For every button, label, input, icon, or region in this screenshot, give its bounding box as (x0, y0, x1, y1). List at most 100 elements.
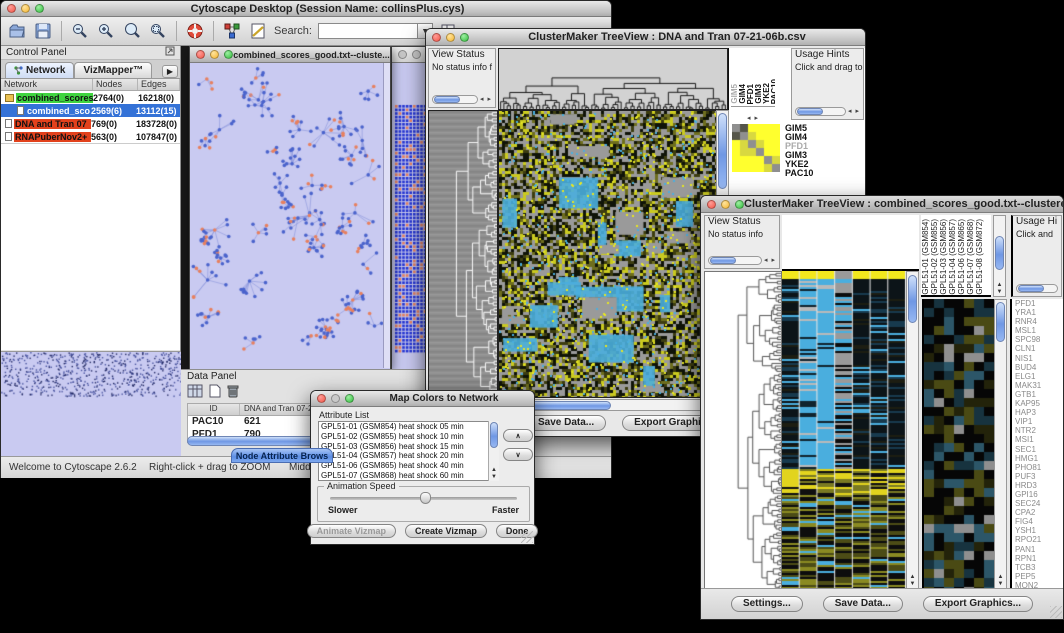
network-canvas[interactable] (190, 63, 390, 369)
attribute-option[interactable]: GPL51-02 (GSM855) heat shock 10 min (319, 432, 498, 442)
gene-label[interactable]: MAK31 (1015, 381, 1063, 390)
treeview1-titlebar[interactable]: ClusterMaker TreeView : DNA and Tran 07-… (426, 29, 865, 46)
column-label[interactable]: PAC10 (771, 79, 775, 104)
scroll-arrows-icon[interactable]: ▲▼ (907, 574, 918, 588)
gene-label[interactable]: GTB1 (1015, 390, 1063, 399)
matrix-row-label[interactable]: PAC10 (785, 169, 813, 178)
column-dendrogram-canvas[interactable] (782, 215, 919, 271)
tab-vizmapper[interactable]: VizMapper™ (74, 62, 152, 78)
column-label[interactable]: GPL51-07 (GSM868) (966, 219, 975, 295)
scroll-arrows-icon[interactable]: ◂ ▸ (480, 95, 492, 103)
zoom-window-icon[interactable] (345, 394, 354, 403)
gene-label[interactable]: RPN1 (1015, 554, 1063, 563)
main-title-bar[interactable]: Cytoscape Desktop (Session Name: collins… (1, 1, 611, 17)
minimize-icon[interactable] (412, 50, 421, 59)
attribute-option[interactable]: GPL51-01 (GSM854) heat shock 05 min (319, 422, 498, 432)
move-down-button[interactable]: ∨ (503, 448, 533, 461)
column-label[interactable]: PFD1 (747, 84, 754, 104)
attribute-option[interactable]: GPL51-03 (GSM856) heat shock 15 min (319, 442, 498, 452)
gene-label[interactable]: KAP95 (1015, 399, 1063, 408)
gene-label[interactable]: PUF3 (1015, 472, 1063, 481)
main-heatmap-canvas[interactable] (498, 110, 718, 398)
treeview-button[interactable]: Save Data... (823, 596, 903, 612)
zoom-actual-icon[interactable] (122, 21, 142, 41)
network-list-row[interactable]: combined_scores 2764(0) 16218(0) (1, 91, 180, 104)
column-label[interactable]: GPL51-06 (GSM865) (957, 219, 966, 295)
slider-thumb[interactable] (420, 492, 431, 504)
gene-label[interactable]: PHO81 (1015, 463, 1063, 472)
row-dendrogram-canvas[interactable] (428, 110, 498, 398)
minimize-icon[interactable] (331, 394, 340, 403)
view-status-scrollbar[interactable]: ◂ ▸ (708, 255, 776, 265)
node-attribute-browser-tab[interactable]: Node Attribute Brows (231, 448, 333, 463)
column-label[interactable]: GIM4 (739, 84, 746, 104)
gene-label[interactable]: YSH1 (1015, 526, 1063, 535)
column-header[interactable]: Network (1, 79, 93, 90)
new-attribute-icon[interactable] (209, 384, 221, 401)
network-overview-canvas[interactable] (1, 351, 181, 456)
gene-label[interactable]: SPC98 (1015, 335, 1063, 344)
gene-label[interactable]: RPO21 (1015, 535, 1063, 544)
close-icon[interactable] (7, 4, 16, 13)
gene-label[interactable]: GPI16 (1015, 490, 1063, 499)
scroll-arrows-icon[interactable]: ▲▼ (489, 467, 499, 481)
float-panel-icon[interactable] (165, 46, 175, 59)
gene-label[interactable]: HRD3 (1015, 481, 1063, 490)
zoom-in-icon[interactable] (96, 21, 116, 41)
minimize-icon[interactable] (446, 33, 455, 42)
zoom-window-icon[interactable] (35, 4, 44, 13)
help-lifebuoy-icon[interactable] (185, 21, 205, 41)
zoom-fit-icon[interactable] (148, 21, 168, 41)
resize-grip[interactable] (1050, 606, 1062, 618)
gene-label[interactable]: MSI1 (1015, 435, 1063, 444)
scroll-arrows-icon[interactable]: ▲▼ (995, 574, 1006, 588)
gene-label[interactable]: FIG4 (1015, 517, 1063, 526)
column-label[interactable]: GIM5 (731, 84, 738, 104)
gene-label[interactable]: ELG1 (1015, 372, 1063, 381)
attribute-listbox[interactable]: GPL51-01 (GSM854) heat shock 05 minGPL51… (318, 421, 499, 481)
zoom-window-icon[interactable] (224, 50, 233, 59)
attribute-table-icon[interactable] (187, 384, 203, 401)
view-status-scrollbar[interactable]: ◂ ▸ (432, 94, 492, 104)
delete-attribute-icon[interactable] (227, 384, 239, 401)
gene-label[interactable]: NTR2 (1015, 426, 1063, 435)
save-icon[interactable] (33, 21, 53, 41)
column-header[interactable]: ID (188, 404, 240, 415)
detail-heatmap-canvas[interactable] (922, 299, 994, 589)
attribute-option[interactable]: GPL51-07 (GSM868) heat shock 60 min (319, 471, 498, 481)
open-file-icon[interactable] (7, 21, 27, 41)
scroll-arrows-icon[interactable]: ▲▼ (994, 282, 1005, 296)
column-label[interactable]: GIM3 (755, 84, 762, 104)
usage-hints-scrollbar[interactable]: ◂ ▸ (795, 106, 860, 116)
create-vizmap-button[interactable]: Create Vizmap (405, 524, 487, 538)
usage-hints-scrollbar[interactable] (1016, 283, 1058, 293)
row-dendrogram-canvas[interactable] (704, 271, 782, 591)
close-icon[interactable] (196, 50, 205, 59)
treeview-button[interactable]: Settings... (731, 596, 803, 612)
scroll-arrows-icon[interactable]: ◂ ▸ (764, 256, 776, 264)
attribute-list-scrollbar[interactable]: ▲▼ (488, 421, 499, 481)
column-label[interactable]: GPL51-02 (GSM855) (930, 219, 939, 295)
detail-vscrollbar[interactable]: ▲▼ (994, 299, 1007, 589)
scroll-arrows-icon[interactable]: ◂ ▸ (848, 107, 860, 115)
treeview2-titlebar[interactable]: ClusterMaker TreeView : combined_scores_… (701, 196, 1063, 213)
minimize-icon[interactable] (721, 200, 730, 209)
column-labels-scrollbar[interactable]: ▲▼ (993, 215, 1006, 297)
network-view-window[interactable]: combined_scores_good.txt--cluste... (189, 46, 391, 369)
column-header[interactable]: Nodes (93, 79, 138, 90)
treeview-button[interactable]: Export Graphics... (923, 596, 1033, 612)
network-nodes-icon[interactable] (222, 21, 242, 41)
zoom-window-icon[interactable] (735, 200, 744, 209)
treeview-button[interactable]: Save Data... (526, 415, 606, 431)
close-icon[interactable] (707, 200, 716, 209)
search-input[interactable] (318, 23, 418, 39)
gene-label[interactable]: MSL1 (1015, 326, 1063, 335)
network-vertical-scrollbar[interactable] (383, 63, 390, 368)
heatmap-vscrollbar[interactable]: ▲▼ (906, 271, 919, 589)
annotation-icon[interactable] (248, 21, 268, 41)
animate-vizmap-button[interactable]: Animate Vizmap (307, 524, 396, 538)
gene-label[interactable]: YRA1 (1015, 308, 1063, 317)
gene-label[interactable]: SEC1 (1015, 445, 1063, 454)
gene-label[interactable]: HMG1 (1015, 454, 1063, 463)
network-list-row[interactable]: RNAPuberNov2+ 563(0) 107847(0) (1, 130, 180, 143)
